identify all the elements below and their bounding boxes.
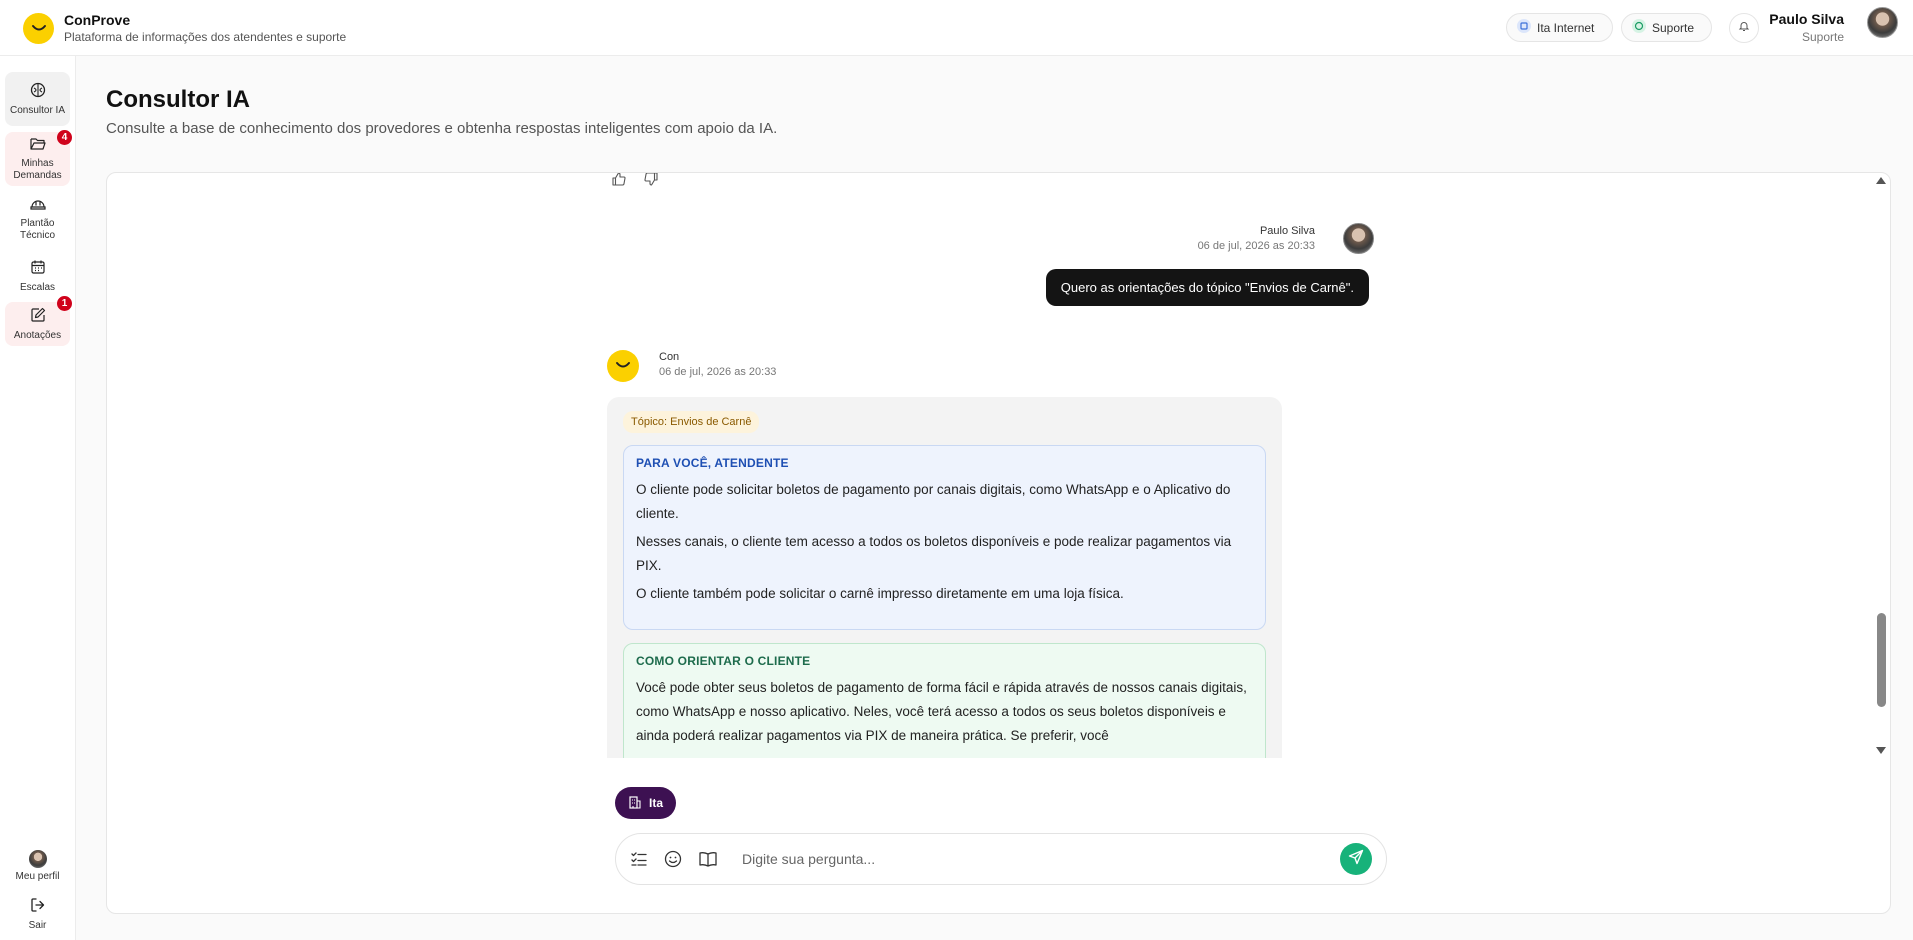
bell-icon <box>1738 19 1750 37</box>
user-message-bubble: Quero as orientações do tópico "Envios d… <box>1045 269 1369 306</box>
page-subtitle: Consulte a base de conhecimento dos prov… <box>106 120 778 137</box>
building-icon <box>628 795 642 812</box>
chat-panel: Paulo Silva 06 de jul, 2026 as 20:33 Que… <box>106 172 1891 914</box>
sidebar-item-label: Anotações <box>13 329 62 341</box>
logout-icon <box>30 897 46 917</box>
calendar-icon <box>30 259 46 279</box>
bot-message-time: 06 de jul, 2026 as 20:33 <box>659 366 777 378</box>
brand-name: ConProve <box>64 12 131 28</box>
notebook-pen-icon <box>30 307 46 327</box>
scroll-up-arrow-icon[interactable] <box>1876 177 1886 184</box>
role-chip[interactable]: Suporte <box>1621 13 1712 42</box>
chat-messages[interactable]: Paulo Silva 06 de jul, 2026 as 20:33 Que… <box>107 173 1877 758</box>
brain-icon <box>30 82 46 102</box>
scrollbar-thumb[interactable] <box>1877 613 1886 707</box>
scroll-down-arrow-icon[interactable] <box>1876 747 1886 754</box>
sidebar: Consultor IA Minhas Demandas 4 Plantão T… <box>0 56 76 940</box>
book-open-icon[interactable] <box>698 850 718 868</box>
notifications-button[interactable] <box>1729 13 1759 43</box>
sidebar-item-escalas[interactable]: Escalas <box>5 252 70 300</box>
attendant-guidance-paragraph: O cliente pode solicitar boletos de paga… <box>636 482 1231 521</box>
chat-scrollbar[interactable] <box>1875 173 1890 758</box>
provider-chip[interactable]: Ita Internet <box>1506 13 1613 42</box>
sidebar-item-plantao-tecnico[interactable]: Plantão Técnico <box>5 192 70 246</box>
send-button[interactable] <box>1340 843 1372 875</box>
topic-badge: Tópico: Envios de Carnê <box>623 411 760 433</box>
sidebar-item-consultor-ia[interactable]: Consultor IA <box>5 72 70 126</box>
header-user-name: Paulo Silva <box>1769 11 1844 27</box>
header-avatar[interactable] <box>1867 7 1898 38</box>
provider-chip-label: Ita Internet <box>1537 20 1595 35</box>
user-message-time: 06 de jul, 2026 as 20:33 <box>1197 240 1315 252</box>
attendant-guidance-paragraph: O cliente também pode solicitar o carnê … <box>636 586 1124 601</box>
brand-subtitle: Plataforma de informações dos atendentes… <box>64 30 347 44</box>
sidebar-item-anotacoes[interactable]: Anotações 1 <box>5 296 72 346</box>
attendant-guidance-title: PARA VOCÊ, ATENDENTE <box>636 456 789 470</box>
sidebar-item-sair[interactable]: Sair <box>5 896 70 932</box>
provider-tag-label: Ita <box>649 796 664 810</box>
support-icon <box>1632 19 1646 36</box>
sidebar-item-label: Escalas <box>19 281 55 293</box>
emoji-icon[interactable] <box>664 850 682 868</box>
user-message-avatar <box>1343 223 1374 254</box>
brand-logo-icon <box>23 13 54 44</box>
attendant-guidance-box: PARA VOCÊ, ATENDENTE O cliente pode soli… <box>623 445 1266 630</box>
thumbs-up-icon[interactable] <box>611 173 627 187</box>
folder-open-icon <box>29 137 46 155</box>
bot-message-author: Con <box>659 351 680 363</box>
sidebar-item-meu-perfil[interactable]: Meu perfil <box>5 846 70 886</box>
customer-guidance-paragraph: Você pode obter seus boletos de pagament… <box>636 680 1247 743</box>
sidebar-item-label: Consultor IA <box>9 104 66 116</box>
provider-tag[interactable]: Ita <box>615 787 677 819</box>
message-composer <box>615 833 1387 885</box>
sidebar-item-minhas-demandas[interactable]: Minhas Demandas 4 <box>5 130 72 186</box>
sidebar-item-label: Sair <box>28 919 47 931</box>
demandas-count-badge: 4 <box>57 130 72 145</box>
send-icon <box>1348 849 1364 870</box>
attendant-guidance-paragraph: Nesses canais, o cliente tem acesso a to… <box>636 534 1232 573</box>
bot-message-card: Tópico: Envios de Carnê PARA VOCÊ, ATEND… <box>607 397 1282 758</box>
hard-hat-icon <box>29 197 46 215</box>
thumbs-down-icon[interactable] <box>643 173 659 187</box>
top-header: ConProve Plataforma de informações dos a… <box>0 0 1913 56</box>
page-title: Consultor IA <box>106 86 250 113</box>
header-user-role: Suporte <box>1801 30 1844 44</box>
customer-guidance-title: COMO ORIENTAR O CLIENTE <box>636 654 811 668</box>
user-message-author: Paulo Silva <box>1259 225 1315 237</box>
sidebar-item-label: Minhas Demandas <box>13 157 62 181</box>
message-feedback <box>611 173 659 187</box>
bot-avatar-icon <box>607 350 639 382</box>
avatar <box>28 849 47 868</box>
sidebar-item-label: Plantão Técnico <box>19 217 55 241</box>
topics-list-icon[interactable] <box>630 850 648 868</box>
anotacoes-count-badge: 1 <box>57 296 72 311</box>
role-chip-label: Suporte <box>1652 20 1695 35</box>
customer-guidance-box: COMO ORIENTAR O CLIENTE Você pode obter … <box>623 643 1266 758</box>
question-input[interactable] <box>742 851 1340 867</box>
building-icon <box>1517 19 1531 36</box>
sidebar-item-label: Meu perfil <box>15 870 60 882</box>
